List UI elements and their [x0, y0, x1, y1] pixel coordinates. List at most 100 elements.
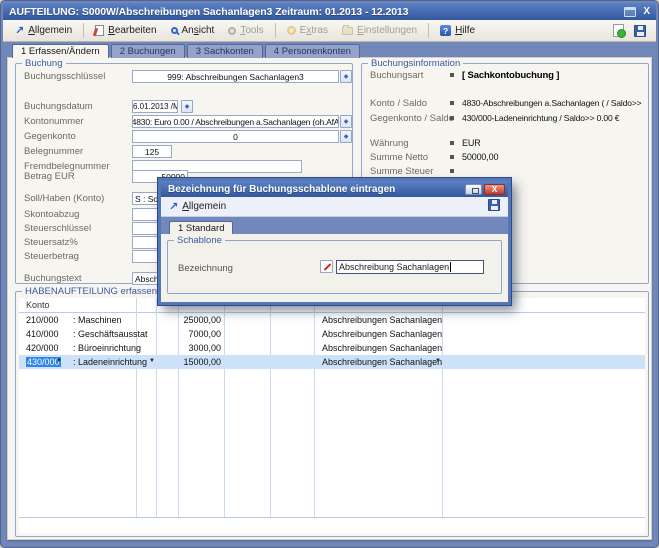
extras-icon	[287, 26, 296, 35]
buchungstext-label: Buchungstext	[24, 273, 82, 284]
steuerbetrag-label: Steuerbetrag	[24, 251, 79, 262]
buchungsschluessel-label: Buchungsschlüssel	[24, 71, 105, 82]
cell-buchungstext: Abschreibungen Sachanlagen	[322, 343, 442, 353]
save-icon[interactable]	[634, 25, 646, 37]
arrow-up-right-icon: ↗	[169, 202, 178, 212]
table-row[interactable]: 410/000 : Geschäftsausstat 7000,00 Absch…	[19, 327, 645, 341]
window-title: AUFTEILUNG: S000W/Abschreibungen Sachanl…	[9, 6, 408, 18]
belegnummer-label: Belegnummer	[24, 146, 83, 157]
cell-netto: 15000,00	[179, 357, 221, 367]
dialog-menu-allgemein[interactable]: ↗ Allgemein	[169, 201, 226, 212]
menu-label: Extras	[300, 25, 328, 36]
buchungsart-value: [ Sachkontobuchung ]	[462, 70, 644, 81]
tab-personenkonten[interactable]: 4 Personenkonten	[265, 44, 360, 58]
menu-label: Allgemein	[28, 25, 72, 36]
tab-sachkonten[interactable]: 3 Sachkonten	[187, 44, 263, 58]
buchungsschluessel-combo[interactable]: 999: Abschreibungen Sachanlagen3	[132, 70, 339, 83]
gear-icon	[228, 27, 236, 35]
arrow-up-right-icon: ↗	[15, 26, 24, 36]
cell-buchungstext: Abschreibungen Sachanlagen	[322, 329, 442, 339]
dropdown-arrow-icon[interactable]: ▼	[56, 358, 62, 364]
group-habenaufteilung-label: HABENAUFTEILUNG erfassen	[22, 286, 160, 297]
window-controls: X	[624, 7, 650, 17]
toolbar-right-icons	[613, 24, 650, 37]
belegnummer-input[interactable]: 125	[132, 145, 172, 158]
group-schablone-label: Schablone	[174, 235, 225, 246]
skontoabzug-label: Skontoabzug	[24, 209, 79, 220]
menubar-separator	[275, 23, 276, 38]
dropdown-arrow-icon[interactable]: ▼	[149, 358, 155, 364]
group-buchungsinformation-label: Buchungsinformation	[368, 58, 463, 69]
summe-netto-label: Summe Netto	[370, 152, 428, 163]
gegenkonto-saldo-value: 430/000-Ladeneinrichtung / Saldo>> 0.00 …	[462, 113, 644, 123]
dialog-tab-strip: 1 Standard	[161, 217, 508, 234]
column-header-konto[interactable]: Konto	[26, 300, 50, 310]
summe-netto-value: 50000,00	[462, 152, 644, 162]
save-icon[interactable]	[488, 199, 500, 211]
table-row[interactable]: 420/000 : Büroeinrichtung 3000,00 Abschr…	[19, 341, 645, 355]
cell-name: : Büroeinrichtung	[73, 343, 141, 353]
close-icon[interactable]: X	[643, 7, 650, 17]
buchungsdatum-input[interactable]: 16.01.2013 /Mi	[132, 100, 178, 113]
close-icon[interactable]: X	[484, 184, 505, 195]
dialog-title: Bezeichnung für Buchungsschablone eintra…	[168, 184, 395, 195]
waehrung-label: Währung	[370, 138, 409, 149]
dialog-controls: X	[465, 184, 505, 195]
edit-pencil-icon[interactable]	[320, 260, 333, 273]
combo-open-icon[interactable]: ◆	[340, 130, 352, 143]
menu-label: Bearbeiten	[108, 25, 156, 36]
waehrung-value: EUR	[462, 138, 644, 148]
menu-item-tools: Tools	[222, 23, 269, 38]
gegenkonto-combo[interactable]: 0	[132, 130, 339, 143]
kontonummer-combo[interactable]: 4830: Euro 0.00 / Abschreibungen a.Sacha…	[132, 115, 339, 128]
buchungsdatum-label: Buchungsdatum	[24, 101, 93, 112]
bullet-icon	[450, 169, 454, 173]
menu-item-bearbeiten[interactable]: Bearbeiten	[89, 23, 162, 38]
app-window: AUFTEILUNG: S000W/Abschreibungen Sachanl…	[0, 0, 659, 548]
bezeichnung-input-text: Abschreibung Sachanlagen	[339, 262, 449, 272]
tab-erfassen-aendern[interactable]: 1 Erfassen/Ändern	[12, 44, 109, 58]
cell-konto: 410/000	[26, 329, 59, 339]
help-icon	[440, 25, 451, 36]
dialog-titlebar: Bezeichnung für Buchungsschablone eintra…	[161, 181, 508, 197]
dialog-content: Schablone Bezeichnung Abschreibung Sacha…	[161, 234, 508, 302]
table-row[interactable]: 210/000 : Maschinen 25000,00 Abschreibun…	[19, 313, 645, 327]
konto-saldo-value: 4830-Abschreibungen a.Sachanlagen ( / Sa…	[462, 98, 644, 108]
tab-strip: 1 Erfassen/Ändern 2 Buchungen 3 Sachkont…	[12, 44, 360, 58]
menu-label: Ansicht	[182, 25, 215, 36]
cell-netto: 3000,00	[179, 343, 221, 353]
combo-open-icon[interactable]: ◆	[340, 70, 352, 83]
group-schablone: Schablone Bezeichnung Abschreibung Sacha…	[167, 240, 502, 294]
steuersatz-label: Steuersatz%	[24, 237, 78, 248]
restore-icon[interactable]	[624, 7, 636, 17]
window-titlebar: AUFTEILUNG: S000W/Abschreibungen Sachanl…	[3, 3, 656, 20]
document-check-icon[interactable]	[613, 24, 624, 37]
menu-item-allgemein[interactable]: ↗ Allgemein	[9, 23, 78, 38]
menu-item-hilfe[interactable]: Hilfe	[434, 23, 481, 38]
menu-label: Tools	[240, 25, 263, 36]
menu-label: Hilfe	[455, 25, 475, 36]
cell-netto: 7000,00	[179, 329, 221, 339]
aufteilung-table: Konto 210/000 : Maschinen 25000,00 Absch	[19, 298, 645, 533]
folder-icon	[342, 27, 353, 35]
magnifier-icon	[171, 27, 178, 34]
cell-name: : Maschinen	[73, 315, 122, 325]
schablone-dialog: Bezeichnung für Buchungsschablone eintra…	[158, 178, 511, 305]
tab-buchungen[interactable]: 2 Buchungen	[111, 44, 185, 58]
gegenkonto-saldo-label: Gegenkonto / Saldo	[370, 113, 454, 124]
minimize-icon[interactable]	[465, 184, 482, 195]
bezeichnung-input[interactable]: Abschreibung Sachanlagen	[336, 260, 484, 274]
bullet-icon	[450, 73, 454, 77]
combo-open-icon[interactable]: ◆	[181, 100, 193, 113]
buchungsart-label: Buchungsart	[370, 70, 423, 81]
dialog-tab-standard[interactable]: 1 Standard	[169, 221, 233, 234]
menubar-separator	[428, 23, 429, 38]
table-row-selected[interactable]: 430/000 ▼ : Ladeneinrichtung ▼ 15000,00 …	[19, 355, 645, 369]
kontonummer-label: Kontonummer	[24, 116, 84, 127]
sollhaben-label: Soll/Haben (Konto)	[24, 193, 104, 204]
gegenkonto-label: Gegenkonto	[24, 131, 76, 142]
group-buchung-label: Buchung	[22, 58, 66, 69]
combo-open-icon[interactable]: ◆	[340, 115, 352, 128]
menu-item-ansicht[interactable]: Ansicht	[165, 23, 221, 38]
dropdown-arrow-icon[interactable]: ▼	[435, 358, 441, 364]
